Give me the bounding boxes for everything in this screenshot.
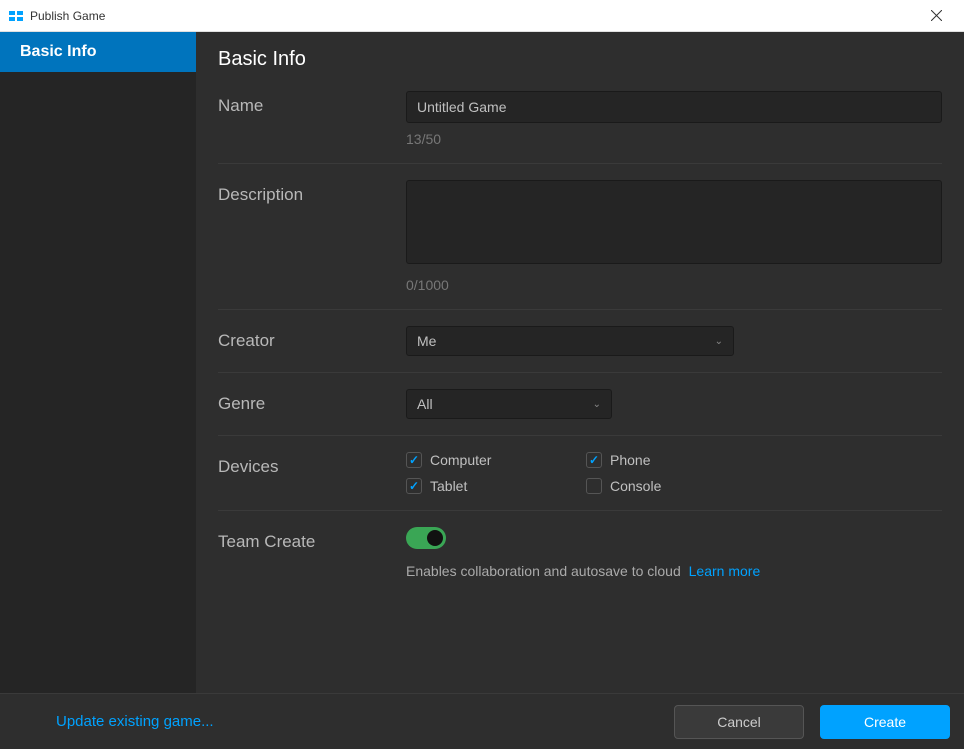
name-control: 13/50 [406, 91, 942, 147]
field-team-create: Team Create Enables collaboration and au… [218, 511, 942, 595]
genre-value: All [417, 396, 433, 412]
app-icon [8, 8, 24, 24]
footer-buttons: Cancel Create [674, 705, 950, 739]
creator-label: Creator [218, 326, 406, 351]
create-button[interactable]: Create [820, 705, 950, 739]
cancel-button[interactable]: Cancel [674, 705, 804, 739]
close-icon [931, 10, 942, 21]
genre-control: All ⌄ [406, 389, 942, 419]
device-tablet[interactable]: ✓ Tablet [406, 478, 586, 494]
titlebar: Publish Game [0, 0, 964, 32]
description-label: Description [218, 180, 406, 205]
sidebar: Basic Info [0, 32, 196, 693]
footer: Update existing game... Cancel Create [0, 693, 964, 749]
device-computer[interactable]: ✓ Computer [406, 452, 586, 468]
main-layout: Basic Info Basic Info Name 13/50 Descrip… [0, 32, 964, 693]
description-input[interactable] [406, 180, 942, 264]
chevron-down-icon: ⌄ [593, 399, 601, 410]
content-panel: Basic Info Name 13/50 Description 0/1000… [196, 32, 964, 693]
devices-label: Devices [218, 452, 406, 477]
page-title: Basic Info [218, 48, 942, 71]
checkbox-icon [586, 478, 602, 494]
checkbox-icon: ✓ [406, 452, 422, 468]
devices-grid: ✓ Computer ✓ Phone ✓ Tablet Console [406, 452, 942, 494]
chevron-down-icon: ⌄ [715, 336, 723, 347]
team-create-control: Enables collaboration and autosave to cl… [406, 527, 942, 579]
name-input[interactable] [406, 91, 942, 123]
checkbox-label: Tablet [430, 478, 467, 494]
device-console[interactable]: Console [586, 478, 766, 494]
checkbox-icon: ✓ [586, 452, 602, 468]
sidebar-item-basic-info[interactable]: Basic Info [0, 32, 196, 72]
sidebar-item-label: Basic Info [20, 43, 96, 60]
checkbox-label: Phone [610, 452, 650, 468]
team-create-helper: Enables collaboration and autosave to cl… [406, 563, 942, 579]
team-create-toggle[interactable] [406, 527, 446, 549]
name-label: Name [218, 91, 406, 116]
update-existing-link[interactable]: Update existing game... [56, 713, 674, 730]
device-phone[interactable]: ✓ Phone [586, 452, 766, 468]
checkbox-label: Console [610, 478, 661, 494]
description-counter: 0/1000 [406, 277, 942, 293]
checkbox-icon: ✓ [406, 478, 422, 494]
description-control: 0/1000 [406, 180, 942, 293]
field-genre: Genre All ⌄ [218, 373, 942, 436]
creator-select[interactable]: Me ⌄ [406, 326, 734, 356]
team-create-label: Team Create [218, 527, 406, 552]
name-counter: 13/50 [406, 131, 942, 147]
creator-control: Me ⌄ [406, 326, 942, 356]
genre-select[interactable]: All ⌄ [406, 389, 612, 419]
helper-text: Enables collaboration and autosave to cl… [406, 563, 681, 579]
window-title: Publish Game [30, 9, 916, 23]
devices-control: ✓ Computer ✓ Phone ✓ Tablet Console [406, 452, 942, 494]
creator-value: Me [417, 333, 436, 349]
field-description: Description 0/1000 [218, 164, 942, 310]
genre-label: Genre [218, 389, 406, 414]
field-devices: Devices ✓ Computer ✓ Phone ✓ Tablet [218, 436, 942, 511]
toggle-knob [427, 530, 443, 546]
checkbox-label: Computer [430, 452, 491, 468]
field-creator: Creator Me ⌄ [218, 310, 942, 373]
field-name: Name 13/50 [218, 91, 942, 164]
learn-more-link[interactable]: Learn more [689, 563, 761, 579]
close-button[interactable] [916, 0, 956, 32]
